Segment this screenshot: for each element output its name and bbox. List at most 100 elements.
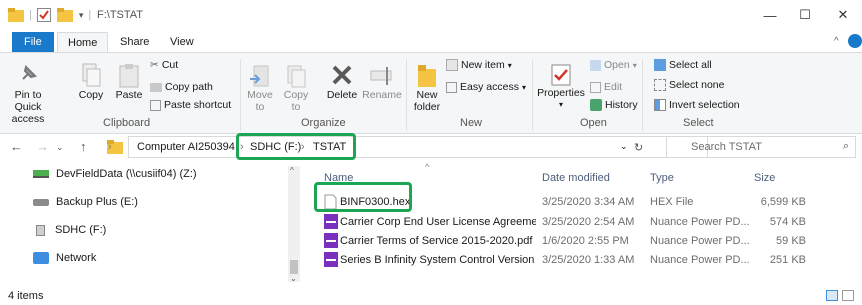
- paste-button[interactable]: Paste: [112, 63, 146, 101]
- select-all-label: Select all: [669, 59, 712, 71]
- title-bar: | ▾ | F:\TSTAT — ☐ ✕: [0, 0, 862, 30]
- delete-button[interactable]: Delete: [324, 63, 360, 101]
- tab-share[interactable]: Share: [110, 32, 159, 52]
- select-all-button[interactable]: Select all: [654, 59, 712, 71]
- minimize-button[interactable]: —: [755, 4, 785, 26]
- collapse-ribbon-chevron-icon[interactable]: ^: [834, 36, 839, 47]
- search-box[interactable]: Search TSTAT ⌕: [666, 136, 856, 158]
- tab-view[interactable]: View: [160, 32, 204, 52]
- refresh-icon[interactable]: ↻: [634, 141, 643, 154]
- file-size: 59 KB: [776, 235, 806, 247]
- file-row[interactable]: Carrier Corp End User License Agreeme...…: [320, 212, 860, 232]
- file-name: Carrier Corp End User License Agreeme...: [340, 216, 536, 228]
- file-type: Nuance Power PD...: [650, 235, 750, 247]
- open-label: Open: [604, 59, 630, 71]
- quick-access-toolbar: | ▾ |: [8, 8, 96, 22]
- history-button[interactable]: History: [590, 99, 638, 111]
- breadcrumb-separator-icon: ›: [108, 141, 112, 153]
- ribbon-separator: [642, 59, 643, 131]
- new-folder-button[interactable]: New folder: [412, 63, 442, 113]
- customize-qa-chevron-icon[interactable]: ▾: [79, 10, 84, 21]
- nav-item-devfielddata[interactable]: DevFieldData (\\cusiif04) (Z:): [33, 168, 197, 180]
- edit-label: Edit: [604, 81, 623, 93]
- close-button[interactable]: ✕: [828, 4, 858, 26]
- sort-ascending-icon: ^: [425, 162, 430, 172]
- tab-home[interactable]: Home: [57, 32, 109, 53]
- details-view-icon[interactable]: [826, 290, 838, 301]
- new-folder-icon[interactable]: [56, 8, 73, 22]
- help-icon[interactable]: [848, 34, 862, 48]
- scroll-down-icon[interactable]: ⌄: [290, 274, 297, 283]
- breadcrumb-computer[interactable]: Computer AI250394: [137, 141, 235, 153]
- properties-check-icon[interactable]: [36, 8, 51, 22]
- select-none-label: Select none: [669, 79, 725, 91]
- organize-group-label: Organize: [301, 117, 346, 129]
- large-icons-view-icon[interactable]: [842, 290, 854, 301]
- scroll-up-icon[interactable]: ^: [290, 166, 294, 175]
- copy-to-button[interactable]: Copy to: [280, 65, 312, 113]
- nav-item-network[interactable]: Network: [33, 252, 96, 264]
- nav-scrollbar[interactable]: ^ ⌄: [288, 166, 300, 283]
- paste-shortcut-icon: [150, 99, 161, 111]
- paste-shortcut-button[interactable]: Paste shortcut: [150, 99, 231, 111]
- status-item-count: 4 items: [8, 290, 44, 302]
- recent-locations-chevron-icon[interactable]: ⌄: [56, 142, 64, 153]
- move-to-label: Move to: [247, 89, 273, 113]
- pdf-icon: [324, 233, 338, 248]
- invert-selection-label: Invert selection: [669, 99, 740, 111]
- clipboard-group-label: Clipboard: [103, 117, 151, 129]
- ribbon-tabs: File Home Share View ^: [0, 30, 862, 53]
- maximize-button[interactable]: ☐: [790, 4, 820, 26]
- history-label: History: [605, 99, 638, 111]
- new-group-label: New: [460, 117, 483, 129]
- up-arrow-icon[interactable]: ↑: [80, 139, 87, 154]
- rename-label: Rename: [362, 89, 402, 101]
- new-item-button[interactable]: New item ▾: [446, 59, 512, 71]
- column-header-date[interactable]: Date modified: [542, 172, 610, 184]
- file-size: 6,599 KB: [760, 196, 806, 208]
- select-none-button[interactable]: Select none: [654, 79, 724, 91]
- nav-item-label: SDHC (F:): [55, 224, 107, 236]
- sd-card-icon: [36, 224, 45, 236]
- pin-quick-access-button[interactable]: Pin to Quick access: [4, 63, 52, 125]
- column-header-size[interactable]: Size: [754, 172, 775, 184]
- paste-shortcut-label: Paste shortcut: [164, 99, 232, 111]
- file-date: 1/6/2020 2:55 PM: [542, 235, 629, 247]
- column-header-type[interactable]: Type: [650, 172, 674, 184]
- file-row[interactable]: Series B Infinity System Control Version…: [320, 250, 860, 270]
- copy-button[interactable]: Copy: [76, 63, 106, 101]
- open-button[interactable]: Open ▾: [590, 59, 637, 71]
- nav-item-sdhc[interactable]: SDHC (F:): [33, 224, 106, 236]
- file-row[interactable]: Carrier Terms of Service 2015-2020.pdf 1…: [320, 231, 860, 251]
- edit-button[interactable]: Edit: [590, 81, 622, 93]
- new-folder-icon: [418, 65, 436, 87]
- easy-access-button[interactable]: Easy access ▾: [446, 81, 526, 93]
- window-title: F:\TSTAT: [97, 9, 144, 21]
- invert-selection-button[interactable]: Invert selection: [654, 99, 740, 111]
- copy-path-label: Copy path: [165, 81, 213, 93]
- delete-label: Delete: [326, 89, 358, 101]
- cut-label: Cut: [161, 59, 179, 71]
- nav-item-backup-plus[interactable]: Backup Plus (E:): [33, 196, 138, 208]
- scroll-thumb[interactable]: [290, 260, 298, 274]
- rename-button[interactable]: Rename: [362, 63, 402, 101]
- nav-item-label: DevFieldData (\\cusiif04) (Z:): [56, 168, 197, 180]
- move-to-button[interactable]: Move to: [244, 65, 276, 113]
- file-name: Carrier Terms of Service 2015-2020.pdf: [340, 235, 533, 247]
- address-dropdown-chevron-icon[interactable]: ⌄: [620, 141, 628, 152]
- cut-button[interactable]: ✂ Cut: [150, 59, 178, 71]
- chevron-down-icon: ▾: [558, 100, 563, 109]
- file-type: Nuance Power PD...: [650, 254, 750, 266]
- tab-file[interactable]: File: [12, 32, 54, 52]
- file-type: Nuance Power PD...: [650, 216, 750, 228]
- copy-path-button[interactable]: Copy path: [150, 81, 213, 93]
- pin-label: Pin to Quick access: [11, 89, 45, 125]
- file-size: 574 KB: [769, 216, 806, 228]
- forward-arrow-icon[interactable]: →: [36, 139, 49, 154]
- easy-access-icon: [446, 81, 457, 93]
- network-icon: [33, 252, 49, 264]
- ribbon-home: Pin to Quick access Copy Paste ✂ Cut Copy…: [0, 52, 862, 134]
- back-arrow-icon[interactable]: ←: [10, 139, 23, 154]
- properties-button[interactable]: Properties ▾: [536, 63, 586, 111]
- paste-label: Paste: [115, 89, 143, 101]
